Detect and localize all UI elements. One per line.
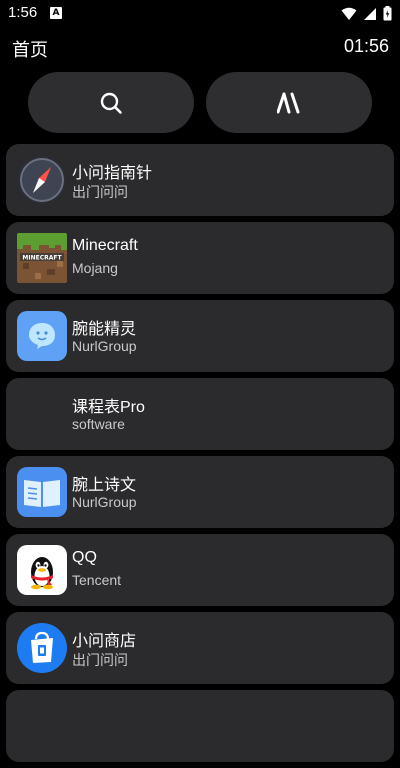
- search-button[interactable]: [28, 72, 194, 133]
- notification-icon: A: [50, 7, 62, 19]
- list-item[interactable]: [6, 690, 394, 762]
- list-item[interactable]: 小问商店 出门问问: [6, 612, 394, 684]
- list-item[interactable]: 小问指南针 出门问问: [6, 144, 394, 216]
- status-icons: [341, 6, 392, 21]
- list-item[interactable]: 课程表Pro software: [6, 378, 394, 450]
- app-developer: 出门问问: [72, 652, 128, 668]
- status-time: 1:56: [8, 4, 38, 21]
- battery-icon: [383, 6, 392, 21]
- page-title: 首页: [12, 40, 48, 61]
- app-name: 课程表Pro: [72, 399, 145, 416]
- app-developer: NurlGroup: [72, 494, 137, 510]
- wifi-icon: [341, 7, 357, 20]
- app-developer: software: [72, 416, 125, 432]
- search-icon: [100, 92, 122, 114]
- compass-icon: [17, 155, 67, 205]
- app-name: 小问指南针: [72, 165, 153, 182]
- app-list-button[interactable]: [206, 72, 372, 133]
- list-item[interactable]: 腕能精灵 NurlGroup: [6, 300, 394, 372]
- status-bar: 1:56 A: [0, 0, 400, 30]
- app-name: 小问商店: [72, 633, 137, 650]
- shopping-bag-icon: [17, 623, 67, 673]
- clock: 01:56: [343, 36, 389, 56]
- app-icon-placeholder: [17, 389, 67, 439]
- signal-icon: [364, 7, 376, 20]
- list-item[interactable]: QQ Tencent: [6, 534, 394, 606]
- app-list: 小问指南针 出门问问 MINECRAFT Minecraft Mojang 腕能…: [6, 144, 394, 768]
- list-item[interactable]: 腕上诗文 NurlGroup: [6, 456, 394, 528]
- list-item[interactable]: MINECRAFT Minecraft Mojang: [6, 222, 394, 294]
- chat-bubble-icon: [17, 311, 67, 361]
- qq-penguin-icon: [17, 545, 67, 595]
- app-developer: 出门问问: [72, 184, 128, 200]
- app-developer: Mojang: [72, 260, 118, 276]
- minecraft-icon: MINECRAFT: [17, 233, 67, 283]
- app-name: 腕能精灵: [72, 321, 137, 338]
- double-slash-icon: [277, 92, 300, 113]
- app-name: QQ: [72, 549, 97, 566]
- app-developer: NurlGroup: [72, 338, 137, 354]
- app-developer: Tencent: [72, 572, 122, 588]
- open-book-icon: [17, 467, 67, 517]
- header: 首页 01:56: [0, 34, 400, 62]
- app-name: 腕上诗文: [72, 477, 137, 494]
- app-name: Minecraft: [72, 237, 138, 254]
- svg-text:MINECRAFT: MINECRAFT: [22, 255, 62, 262]
